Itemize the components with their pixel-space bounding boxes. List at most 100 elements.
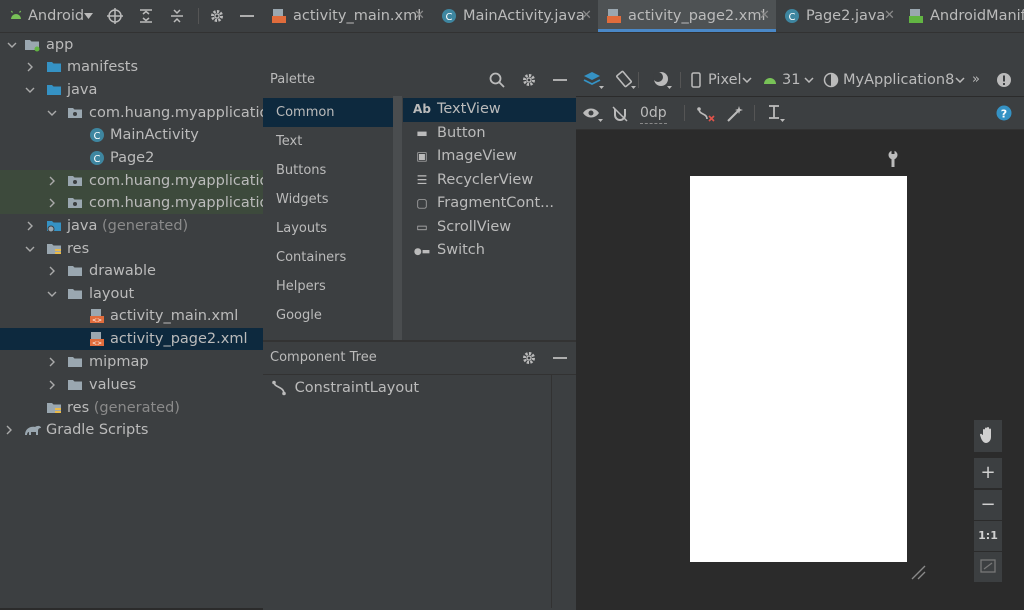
- tree-item-res[interactable]: res: [0, 238, 263, 260]
- tree-item-mipmap[interactable]: mipmap: [0, 351, 263, 373]
- chevron-down-icon[interactable]: [46, 102, 58, 124]
- palette-category-buttons[interactable]: Buttons: [263, 156, 393, 185]
- locate-icon[interactable]: [107, 8, 123, 24]
- chevron-right-icon[interactable]: [24, 215, 36, 237]
- image-icon: ▣: [416, 149, 428, 163]
- chevron-right-icon[interactable]: [46, 351, 58, 373]
- device-icon[interactable]: [690, 72, 702, 88]
- tree-item-package[interactable]: com.huang.myapplication: [0, 102, 263, 124]
- tree-item-res-generated[interactable]: res (generated): [0, 397, 263, 419]
- night-mode-icon[interactable]: [652, 70, 674, 90]
- chevron-right-icon[interactable]: [24, 56, 36, 78]
- palette-widget-scrollview[interactable]: ▭ ScrollView: [413, 216, 576, 240]
- tree-item-activity-main-xml[interactable]: <> activity_main.xml: [0, 305, 263, 327]
- close-icon[interactable]: ✕: [414, 0, 425, 32]
- palette-category-layouts[interactable]: Layouts: [263, 214, 393, 243]
- design-surface-icon[interactable]: [582, 70, 604, 90]
- tree-item-drawable[interactable]: drawable: [0, 260, 263, 282]
- chevron-down-icon[interactable]: [84, 13, 93, 19]
- chevron-down-icon[interactable]: [24, 238, 36, 260]
- zoom-out-button[interactable]: −: [974, 490, 1002, 520]
- tree-item-package-androidtest[interactable]: com.huang.myapplication: [0, 170, 263, 192]
- palette-widget-button[interactable]: ▬ Button: [413, 122, 576, 146]
- default-margin-selector[interactable]: 0dp: [640, 103, 667, 124]
- warning-icon[interactable]: [996, 72, 1012, 88]
- tree-item-manifests[interactable]: manifests: [0, 56, 263, 78]
- tree-item-app[interactable]: app: [0, 34, 263, 56]
- tab-activity-main-xml[interactable]: activity_main.xml ✕: [263, 0, 433, 32]
- theme-selector[interactable]: MyApplication8: [843, 64, 954, 96]
- more-actions-button[interactable]: »: [972, 64, 980, 96]
- chevron-down-icon[interactable]: [804, 77, 814, 83]
- tree-item-gradle-scripts[interactable]: Gradle Scripts: [0, 419, 263, 441]
- minimize-icon[interactable]: [552, 350, 568, 366]
- gear-icon[interactable]: [209, 8, 225, 24]
- close-icon[interactable]: ✕: [884, 0, 895, 32]
- search-icon[interactable]: [489, 72, 505, 88]
- chevron-right-icon[interactable]: [46, 170, 58, 192]
- chevron-right-icon[interactable]: [3, 419, 15, 441]
- tab-mainactivity-java[interactable]: C MainActivity.java ✕: [433, 0, 598, 32]
- chevron-down-icon[interactable]: [955, 77, 965, 83]
- device-selector[interactable]: Pixel: [708, 64, 742, 96]
- close-icon[interactable]: ✕: [581, 0, 592, 32]
- align-icon[interactable]: [766, 105, 788, 123]
- zoom-in-button[interactable]: +: [974, 458, 1002, 488]
- wrench-icon[interactable]: [886, 150, 900, 168]
- palette-category-text[interactable]: Text: [263, 127, 393, 156]
- chevron-down-icon[interactable]: [742, 77, 752, 83]
- minimize-icon[interactable]: [239, 8, 255, 24]
- chevron-down-icon[interactable]: [24, 79, 36, 101]
- tree-item-package-test[interactable]: com.huang.myapplication: [0, 192, 263, 214]
- device-preview[interactable]: [690, 176, 907, 562]
- project-view-selector[interactable]: Android: [28, 0, 84, 32]
- zoom-fit-button[interactable]: [974, 552, 1002, 582]
- collapse-all-icon[interactable]: [169, 8, 185, 24]
- tree-item-mainactivity[interactable]: C MainActivity: [0, 124, 263, 146]
- tree-item-java-generated[interactable]: java (generated): [0, 215, 263, 237]
- widget-label: Button: [437, 125, 486, 141]
- chevron-right-icon[interactable]: [46, 192, 58, 214]
- resize-handle-icon[interactable]: [910, 564, 926, 580]
- pan-button[interactable]: [974, 420, 1002, 452]
- tree-item-page2[interactable]: C Page2: [0, 147, 263, 169]
- orientation-icon[interactable]: [614, 70, 636, 90]
- palette-widget-recyclerview[interactable]: ☰ RecyclerView: [413, 169, 576, 193]
- clear-constraints-icon[interactable]: [696, 105, 716, 123]
- svg-text:C: C: [94, 131, 101, 142]
- help-icon[interactable]: ?: [996, 105, 1012, 121]
- close-icon[interactable]: ✕: [759, 0, 770, 32]
- tree-item-layout[interactable]: layout: [0, 283, 263, 305]
- gear-icon[interactable]: [521, 72, 537, 88]
- minimize-icon[interactable]: [552, 72, 568, 88]
- tree-item-activity-page2-xml[interactable]: <> activity_page2.xml: [0, 328, 263, 350]
- tree-item-java[interactable]: java: [0, 79, 263, 101]
- palette-scrollbar[interactable]: [393, 96, 402, 340]
- palette-category-common[interactable]: Common: [263, 98, 393, 127]
- palette-widget-fragmentcontainer[interactable]: ▢ FragmentCont...: [413, 192, 576, 216]
- chevron-right-icon[interactable]: [46, 260, 58, 282]
- component-tree-item-constraintlayout[interactable]: ConstraintLayout: [271, 377, 419, 399]
- widget-label: ImageView: [437, 148, 517, 164]
- palette-widget-switch[interactable]: ●▬ Switch: [413, 239, 576, 263]
- tab-activity-page2-xml[interactable]: activity_page2.xml ✕: [598, 0, 776, 32]
- tab-androidmanifest[interactable]: AndroidManif: [900, 0, 1024, 32]
- autoconnect-off-icon[interactable]: [611, 105, 629, 123]
- magic-wand-icon[interactable]: [726, 105, 744, 123]
- tab-page2-java[interactable]: C Page2.java ✕: [776, 0, 900, 32]
- tree-item-values[interactable]: values: [0, 374, 263, 396]
- eye-icon[interactable]: [582, 105, 604, 123]
- palette-widget-textview[interactable]: Ab TextView: [403, 98, 576, 122]
- chevron-down-icon[interactable]: [6, 34, 18, 56]
- palette-widget-imageview[interactable]: ▣ ImageView: [413, 145, 576, 169]
- gear-icon[interactable]: [521, 350, 537, 366]
- palette-category-helpers[interactable]: Helpers: [263, 272, 393, 301]
- palette-category-containers[interactable]: Containers: [263, 243, 393, 272]
- chevron-right-icon[interactable]: [46, 374, 58, 396]
- zoom-actual-size-button[interactable]: 1:1: [974, 521, 1002, 551]
- chevron-down-icon[interactable]: [46, 283, 58, 305]
- palette-category-widgets[interactable]: Widgets: [263, 185, 393, 214]
- palette-category-google[interactable]: Google: [263, 301, 393, 330]
- expand-all-icon[interactable]: [138, 8, 154, 24]
- api-level-selector[interactable]: 31: [782, 64, 800, 96]
